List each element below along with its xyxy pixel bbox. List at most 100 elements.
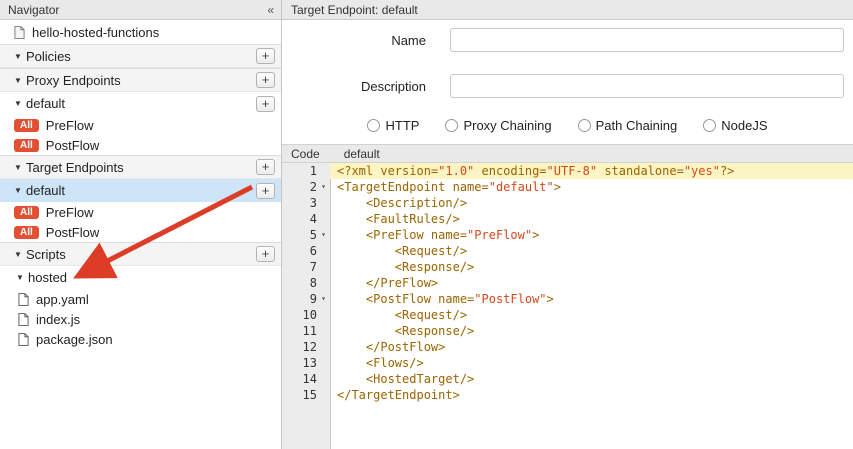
tree-item-file-app-yaml[interactable]: app.yaml: [0, 289, 281, 309]
proxy-bundle-icon: [14, 26, 25, 39]
collapse-navigator-button[interactable]: «: [267, 3, 273, 17]
code-line[interactable]: 13 <Flows/>: [282, 355, 853, 371]
name-input[interactable]: [450, 28, 844, 52]
code-text: </TargetEndpoint>: [330, 387, 853, 403]
section-label: Proxy Endpoints: [26, 73, 121, 88]
code-line[interactable]: 11 <Response/>: [282, 323, 853, 339]
radio-proxy-chaining[interactable]: Proxy Chaining: [445, 118, 551, 133]
flow-condition-badge: All: [14, 139, 39, 152]
add-flow-button[interactable]: +: [256, 96, 275, 112]
radio-nodejs[interactable]: NodeJS: [703, 118, 767, 133]
code-line[interactable]: 9▾ <PostFlow name="PostFlow">: [282, 291, 853, 307]
detail-header-title: Target Endpoint: default: [291, 3, 418, 17]
tree-item-proxy-endpoint-default[interactable]: ▼ default +: [0, 92, 281, 115]
line-number: 8: [282, 275, 317, 291]
code-text: <Request/>: [330, 307, 853, 323]
radio-label: Proxy Chaining: [463, 118, 551, 133]
folder-name: hosted: [28, 270, 67, 285]
section-target-endpoints[interactable]: ▼ Target Endpoints +: [0, 155, 281, 179]
add-policy-button[interactable]: +: [256, 48, 275, 64]
line-gutter: 7: [282, 259, 330, 275]
navigator-panel: Navigator « hello-hosted-functions ▼ Pol…: [0, 0, 282, 449]
line-gutter: 9▾: [282, 291, 330, 307]
tree-item-target-postflow[interactable]: All PostFlow: [0, 222, 281, 242]
description-input[interactable]: [450, 74, 844, 98]
code-line[interactable]: 15 </TargetEndpoint>: [282, 387, 853, 403]
radio-label: HTTP: [385, 118, 419, 133]
code-line[interactable]: 12 </PostFlow>: [282, 339, 853, 355]
tree-item-hosted-folder[interactable]: ▼ hosted: [0, 266, 281, 289]
section-label: Policies: [26, 49, 71, 64]
line-number: 14: [282, 371, 317, 387]
line-number: 7: [282, 259, 317, 275]
add-target-endpoint-button[interactable]: +: [256, 159, 275, 175]
line-number: 6: [282, 243, 317, 259]
flow-condition-badge: All: [14, 206, 39, 219]
detail-header: Target Endpoint: default: [282, 0, 853, 20]
chevron-down-icon: ▼: [14, 250, 26, 259]
code-line[interactable]: 1<?xml version="1.0" encoding="UTF-8" st…: [282, 163, 853, 179]
flow-name: PostFlow: [46, 225, 99, 240]
code-text: <Response/>: [330, 259, 853, 275]
file-icon: [18, 333, 29, 346]
tree-item-bundle[interactable]: hello-hosted-functions: [0, 20, 281, 44]
code-line[interactable]: 14 <HostedTarget/>: [282, 371, 853, 387]
code-text: <TargetEndpoint name="default">: [330, 179, 853, 195]
tree-item-file-index-js[interactable]: index.js: [0, 309, 281, 329]
add-flow-button[interactable]: +: [256, 183, 275, 199]
section-policies[interactable]: ▼ Policies +: [0, 44, 281, 68]
code-line[interactable]: 6 <Request/>: [282, 243, 853, 259]
code-line[interactable]: 3 <Description/>: [282, 195, 853, 211]
flow-condition-badge: All: [14, 226, 39, 239]
code-line[interactable]: 5▾ <PreFlow name="PreFlow">: [282, 227, 853, 243]
section-scripts[interactable]: ▼ Scripts +: [0, 242, 281, 266]
code-line[interactable]: 4 <FaultRules/>: [282, 211, 853, 227]
chevron-down-icon: ▼: [14, 186, 26, 195]
tree-item-target-preflow[interactable]: All PreFlow: [0, 202, 281, 222]
apigee-proxy-editor: Navigator « hello-hosted-functions ▼ Pol…: [0, 0, 853, 449]
radio-path-chaining[interactable]: Path Chaining: [578, 118, 678, 133]
file-name: index.js: [36, 312, 80, 327]
fold-toggle-icon[interactable]: ▾: [317, 227, 330, 243]
flow-condition-badge: All: [14, 119, 39, 132]
code-line[interactable]: 10 <Request/>: [282, 307, 853, 323]
section-proxy-endpoints[interactable]: ▼ Proxy Endpoints +: [0, 68, 281, 92]
flow-name: PreFlow: [46, 118, 94, 133]
add-script-button[interactable]: +: [256, 246, 275, 262]
line-number: 3: [282, 195, 317, 211]
radio-label: NodeJS: [721, 118, 767, 133]
code-bar: Code default: [282, 144, 853, 163]
radio-icon: [445, 119, 458, 132]
bundle-name: hello-hosted-functions: [32, 25, 159, 40]
radio-http[interactable]: HTTP: [367, 118, 419, 133]
line-gutter: 8: [282, 275, 330, 291]
file-name: app.yaml: [36, 292, 89, 307]
tree-item-proxy-postflow[interactable]: All PostFlow: [0, 135, 281, 155]
radio-icon: [367, 119, 380, 132]
radio-icon: [703, 119, 716, 132]
code-text: <Request/>: [330, 243, 853, 259]
section-label: Scripts: [26, 247, 66, 262]
code-tab-label: Code: [291, 147, 320, 161]
name-row: Name: [282, 28, 853, 52]
code-line[interactable]: 2▾<TargetEndpoint name="default">: [282, 179, 853, 195]
tree-item-target-endpoint-default[interactable]: ▼ default +: [0, 179, 281, 202]
chevron-down-icon: ▼: [14, 52, 26, 61]
code-text: <Description/>: [330, 195, 853, 211]
line-gutter: 3: [282, 195, 330, 211]
code-line[interactable]: 7 <Response/>: [282, 259, 853, 275]
line-number: 15: [282, 387, 317, 403]
add-proxy-endpoint-button[interactable]: +: [256, 72, 275, 88]
code-editor[interactable]: 1<?xml version="1.0" encoding="UTF-8" st…: [282, 163, 853, 449]
section-label: Target Endpoints: [26, 160, 124, 175]
code-line[interactable]: 8 </PreFlow>: [282, 275, 853, 291]
tree-item-proxy-preflow[interactable]: All PreFlow: [0, 115, 281, 135]
code-text: <PreFlow name="PreFlow">: [330, 227, 853, 243]
line-gutter: 6: [282, 243, 330, 259]
fold-toggle-icon[interactable]: ▾: [317, 179, 330, 195]
navigator-title: Navigator: [8, 3, 59, 17]
line-gutter: 5▾: [282, 227, 330, 243]
tree-item-file-package-json[interactable]: package.json: [0, 329, 281, 349]
flow-name: PostFlow: [46, 138, 99, 153]
fold-toggle-icon[interactable]: ▾: [317, 291, 330, 307]
